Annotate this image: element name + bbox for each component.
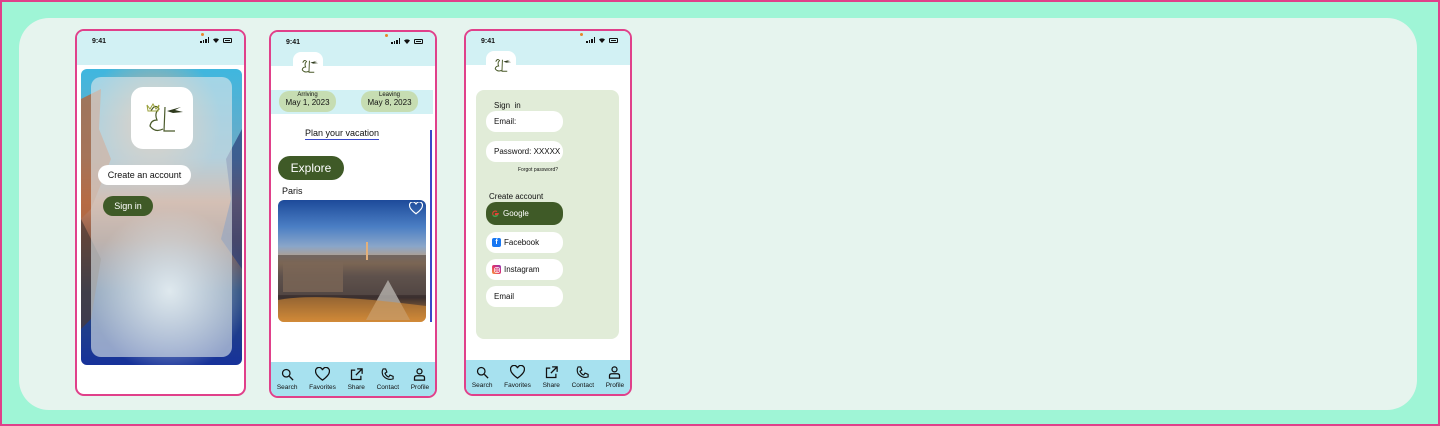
create-account-button[interactable]: Create an account — [98, 165, 191, 185]
status-time: 9:41 — [286, 39, 301, 46]
email-signup-button[interactable]: Email — [486, 286, 563, 307]
nav-share[interactable]: Share — [543, 365, 560, 389]
nav-contact-label: Contact — [376, 384, 400, 391]
brand-logo[interactable] — [293, 52, 323, 80]
nav-share-label: Share — [542, 382, 560, 389]
heart-icon[interactable] — [409, 202, 423, 215]
heart-icon — [315, 367, 330, 381]
profile-icon — [609, 366, 621, 379]
phone-welcome: 9:41 Create an account Sign in — [75, 29, 246, 396]
wifi-icon — [599, 38, 605, 43]
wifi-icon — [213, 38, 219, 43]
louvre-photo — [278, 242, 426, 322]
nav-favorites[interactable]: Favorites — [504, 365, 531, 389]
destination-image[interactable] — [278, 200, 426, 322]
instagram-signup-button[interactable]: Instagram — [486, 259, 563, 280]
search-icon — [476, 366, 489, 379]
sign-in-button[interactable]: Sign in — [103, 196, 153, 216]
status-time: 9:41 — [92, 38, 107, 45]
nav-contact[interactable]: Contact — [377, 367, 399, 391]
explore-button[interactable]: Explore — [278, 156, 344, 180]
bottom-nav: Search Favorites Share Contact Profile — [271, 362, 435, 396]
nav-favorites[interactable]: Favorites — [309, 367, 336, 391]
recording-dot-icon — [580, 33, 583, 36]
recording-dot-icon — [385, 34, 388, 37]
scrollbar[interactable] — [430, 130, 432, 322]
signal-icon — [391, 38, 400, 44]
battery-icon — [609, 37, 618, 43]
el-monogram-logo-icon — [146, 103, 183, 132]
status-time: 9:41 — [481, 38, 496, 45]
nav-favorites-label: Favorites — [309, 384, 336, 391]
battery-icon — [223, 37, 232, 43]
nav-contact[interactable]: Contact — [572, 365, 594, 389]
nav-search[interactable]: Search — [471, 365, 493, 389]
nav-profile[interactable]: Profile — [606, 365, 624, 389]
email-field[interactable]: Email: — [486, 111, 563, 132]
sign-in-heading: Sign in — [494, 101, 521, 110]
create-account-heading: Create account — [489, 192, 544, 201]
leaving-date: May 8, 2023 — [367, 98, 412, 107]
wifi-icon — [404, 39, 410, 44]
recording-dot-icon — [201, 33, 204, 36]
share-icon — [350, 368, 363, 381]
el-monogram-logo-icon — [301, 59, 319, 73]
city-name: Paris — [282, 186, 303, 196]
nav-contact-label: Contact — [571, 382, 595, 389]
google-label: Google — [503, 209, 529, 218]
phone-icon — [381, 368, 394, 380]
brand-logo[interactable] — [486, 51, 516, 79]
nav-search-label: Search — [276, 384, 298, 391]
arriving-date: May 1, 2023 — [285, 98, 330, 107]
signal-icon — [200, 37, 209, 43]
nav-profile[interactable]: Profile — [411, 367, 429, 391]
nav-search[interactable]: Search — [276, 367, 298, 391]
heart-icon — [510, 365, 525, 379]
facebook-signup-button[interactable]: f Facebook — [486, 232, 563, 253]
nav-profile-label: Profile — [410, 384, 430, 391]
google-signup-button[interactable]: Google — [486, 202, 563, 225]
bottom-nav: Search Favorites Share Contact Profile — [466, 360, 630, 394]
battery-icon — [414, 38, 423, 44]
facebook-icon: f — [492, 238, 501, 247]
password-field[interactable]: Password: XXXXX — [486, 141, 563, 162]
nav-profile-label: Profile — [605, 382, 625, 389]
phone-login: 9:41 Sign in Email: Password: XXXXX Forg… — [464, 29, 632, 396]
search-icon — [281, 368, 294, 381]
brand-logo — [131, 87, 193, 149]
status-bar: 9:41 — [77, 31, 244, 65]
forgot-password-link[interactable]: Forgot password? — [518, 167, 558, 173]
share-icon — [545, 366, 558, 379]
signal-icon — [586, 37, 595, 43]
phone-icon — [576, 366, 589, 378]
plan-vacation-link[interactable]: Plan your vacation — [305, 128, 380, 140]
profile-icon — [414, 368, 426, 381]
nav-share[interactable]: Share — [348, 367, 365, 391]
el-monogram-logo-icon — [494, 58, 512, 72]
phone-home: 9:41 Arriving May 1, 2023 Leaving May 8,… — [269, 30, 437, 398]
nav-favorites-label: Favorites — [504, 382, 531, 389]
facebook-label: Facebook — [504, 238, 540, 247]
google-icon — [492, 210, 499, 218]
nav-share-label: Share — [347, 384, 365, 391]
nav-search-label: Search — [471, 382, 493, 389]
instagram-icon — [492, 265, 501, 274]
arriving-date-picker[interactable]: Arriving May 1, 2023 — [279, 91, 336, 112]
leaving-date-picker[interactable]: Leaving May 8, 2023 — [361, 91, 418, 112]
instagram-label: Instagram — [504, 265, 540, 274]
